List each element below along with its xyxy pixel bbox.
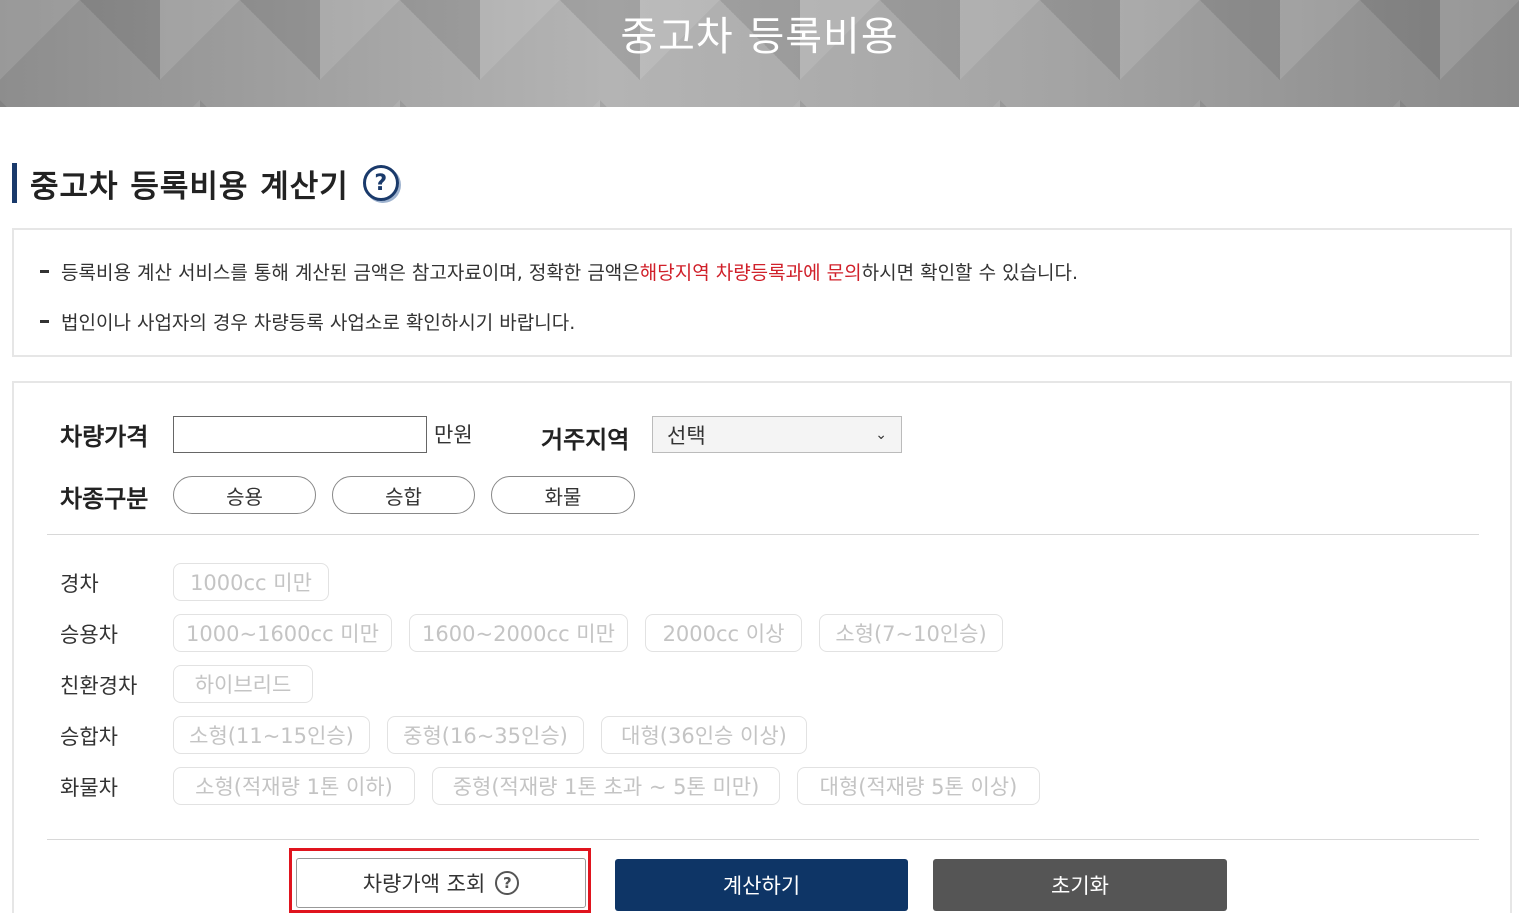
category-label: 승용차 <box>60 623 118 647</box>
banner-title: 중고차 등록비용 <box>620 14 899 60</box>
notice-line: 등록비용 계산 서비스를 통해 계산된 금액은 참고자료이며, 정확한 금액은 … <box>40 258 1078 285</box>
region-label: 거주지역 <box>541 426 630 454</box>
help-icon[interactable]: ? <box>362 165 399 201</box>
type-van-button[interactable]: 승합 <box>332 476 475 514</box>
page-banner: 중고차 등록비용 <box>0 0 1519 107</box>
notice-text: 법인이나 사업자의 경우 차량등록 사업소로 확인하시기 바랍니다. <box>61 312 576 334</box>
notice-text: 등록비용 계산 서비스를 통해 계산된 금액은 참고자료이며, 정확한 금액은 <box>61 262 640 284</box>
price-unit: 만원 <box>434 423 473 447</box>
divider <box>47 839 1479 840</box>
category-label: 승합차 <box>60 725 118 749</box>
option-chip[interactable]: 대형(36인승 이상) <box>601 716 807 754</box>
vehicle-type-label: 차종구분 <box>60 485 149 513</box>
option-chip[interactable]: 소형(11~15인승) <box>173 716 370 754</box>
option-chip[interactable]: 2000cc 이상 <box>645 614 802 652</box>
option-chip[interactable]: 하이브리드 <box>173 665 313 703</box>
price-input[interactable] <box>173 416 427 453</box>
price-label: 차량가격 <box>60 423 149 451</box>
region-select[interactable]: 선택 ⌄ <box>652 416 902 453</box>
category-label: 화물차 <box>60 776 118 800</box>
option-chip[interactable]: 1600~2000cc 미만 <box>409 614 628 652</box>
option-chip[interactable]: 1000~1600cc 미만 <box>173 614 392 652</box>
option-chip[interactable]: 중형(적재량 1톤 초과 ~ 5톤 미만) <box>432 767 780 805</box>
region-selected-value: 선택 <box>667 423 706 448</box>
notice-text: 하시면 확인할 수 있습니다. <box>861 262 1079 284</box>
section-header: 중고차 등록비용 계산기 ? <box>12 162 399 205</box>
category-label: 경차 <box>60 572 99 596</box>
notice-highlight: 해당지역 차량등록과에 문의 <box>639 262 862 284</box>
option-chip[interactable]: 소형(적재량 1톤 이하) <box>173 767 415 805</box>
divider <box>47 534 1479 535</box>
type-truck-button[interactable]: 화물 <box>491 476 635 514</box>
section-title: 중고차 등록비용 계산기 <box>30 168 349 205</box>
dash-bullet <box>40 320 49 323</box>
chevron-down-icon: ⌄ <box>875 426 887 443</box>
option-chip[interactable]: 중형(16~35인승) <box>387 716 584 754</box>
calculator-form: 차량가격 만원 거주지역 선택 ⌄ 차종구분 승용 승합 화물 경차 1000c… <box>12 381 1512 913</box>
section-accent-bar <box>12 163 17 203</box>
option-chip[interactable]: 소형(7~10인승) <box>819 614 1003 652</box>
question-circle-icon: ? <box>495 871 520 895</box>
notice-box: 등록비용 계산 서비스를 통해 계산된 금액은 참고자료이며, 정확한 금액은 … <box>12 228 1512 357</box>
type-passenger-button[interactable]: 승용 <box>173 476 316 514</box>
calculate-button[interactable]: 계산하기 <box>615 859 908 911</box>
dash-bullet <box>40 270 49 273</box>
reset-button[interactable]: 초기화 <box>933 859 1227 911</box>
lookup-button-label: 차량가액 조회 <box>362 872 486 896</box>
notice-line: 법인이나 사업자의 경우 차량등록 사업소로 확인하시기 바랍니다. <box>40 308 575 335</box>
vehicle-value-lookup-button[interactable]: 차량가액 조회 ? <box>296 858 586 908</box>
option-chip[interactable]: 1000cc 미만 <box>173 563 329 601</box>
category-label: 친환경차 <box>60 674 138 698</box>
option-chip[interactable]: 대형(적재량 5톤 이상) <box>797 767 1040 805</box>
